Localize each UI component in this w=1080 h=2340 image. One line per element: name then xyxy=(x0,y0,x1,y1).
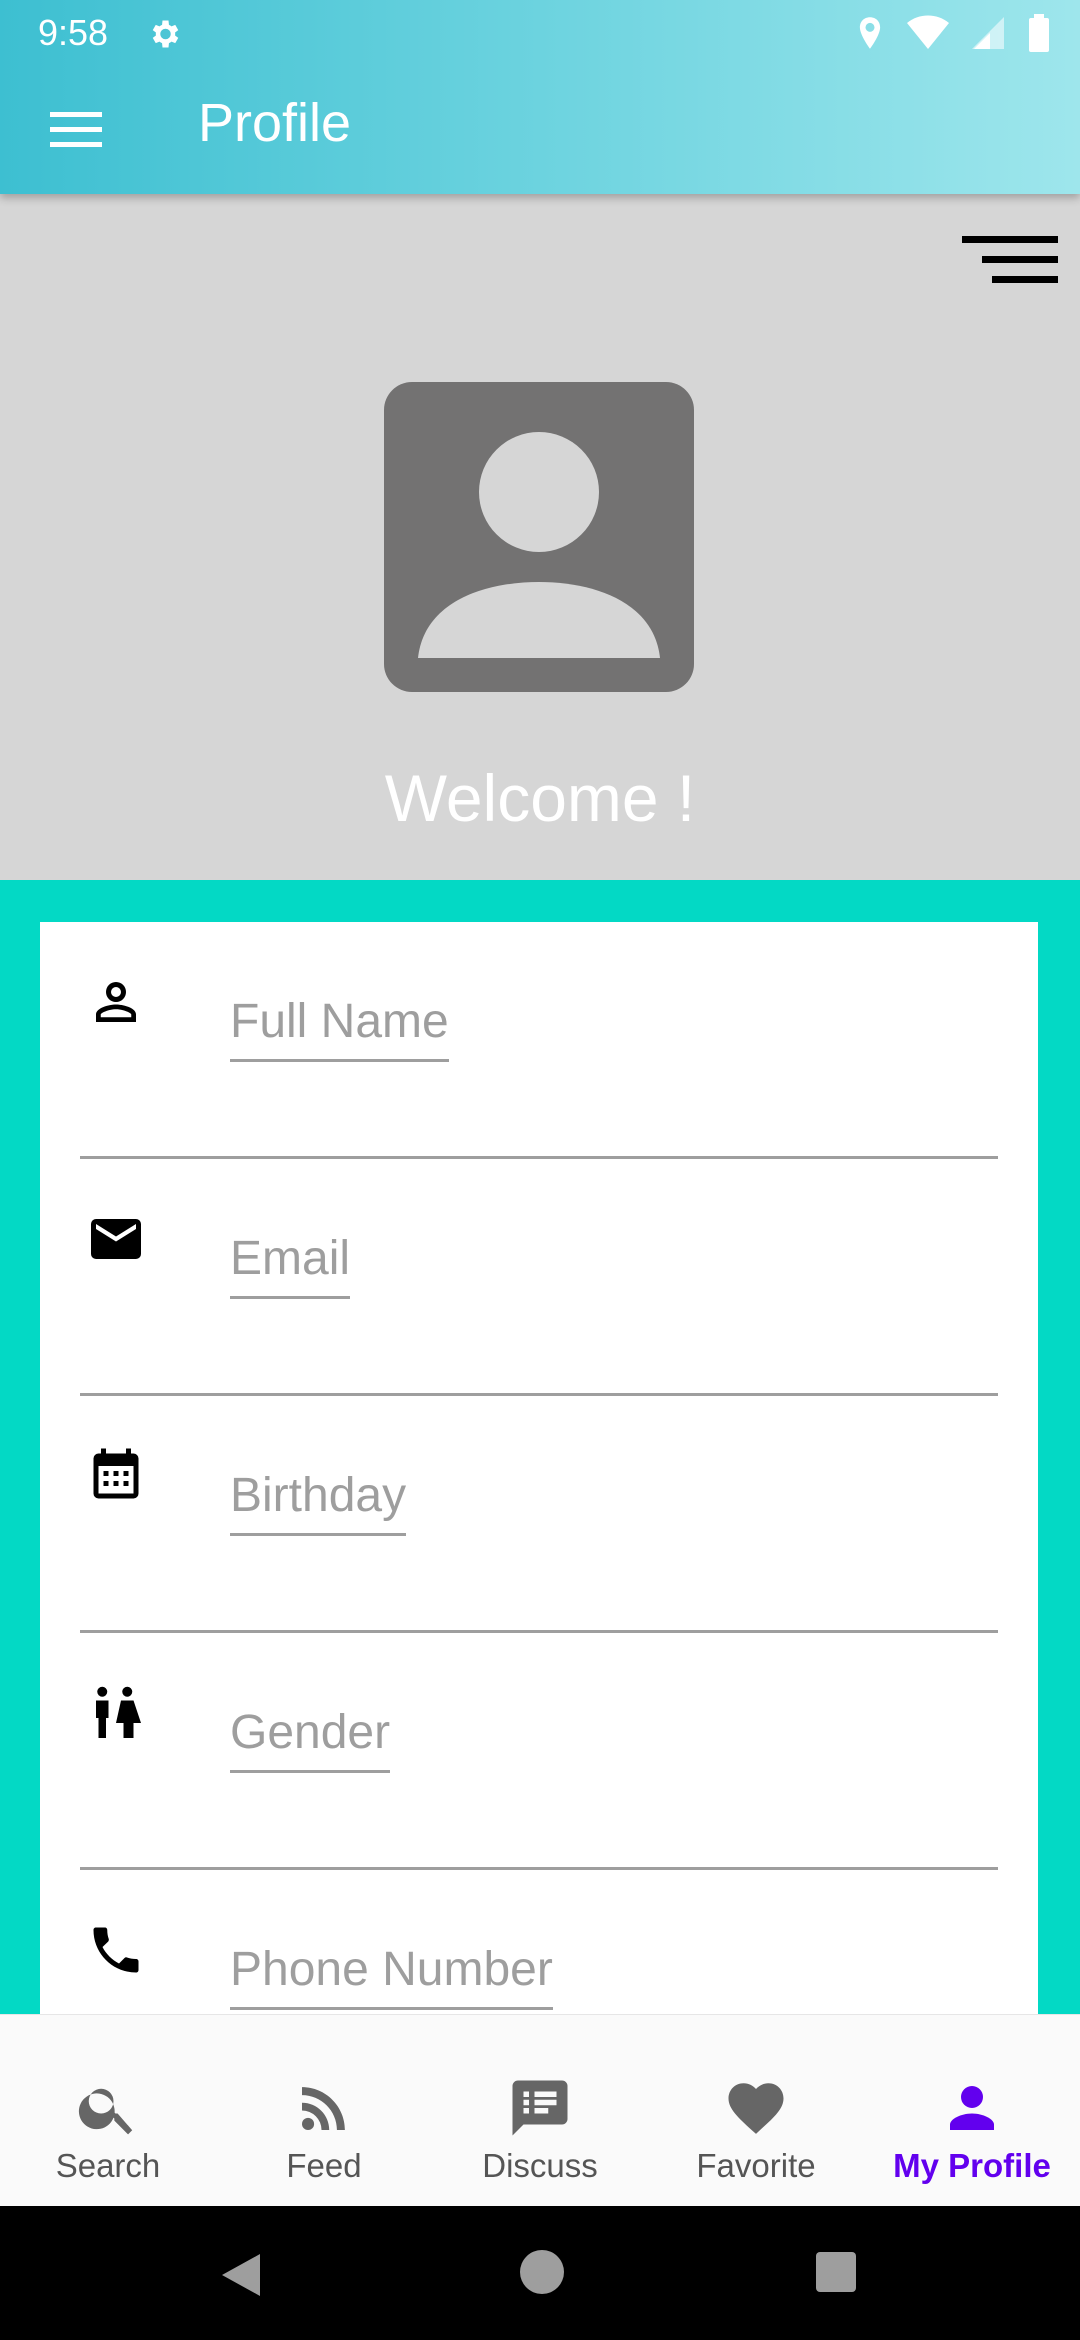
calendar-icon xyxy=(93,1448,139,1499)
signal-icon xyxy=(972,17,1004,49)
person-outline-icon xyxy=(96,982,136,1022)
nav-favorite[interactable]: Favorite xyxy=(648,2015,864,2206)
back-icon[interactable] xyxy=(216,2250,266,2300)
search-icon xyxy=(78,2088,133,2135)
status-bar: 9:58 xyxy=(0,0,1080,66)
gender-row: Gender xyxy=(40,1633,1038,1870)
nav-discuss-label: Discuss xyxy=(482,2147,598,2184)
settings-gear-icon xyxy=(152,20,179,48)
birthday-row: Birthday xyxy=(40,1396,1038,1633)
gender-icon xyxy=(96,1686,141,1738)
avatar[interactable] xyxy=(384,382,694,692)
discuss-icon xyxy=(512,2080,568,2136)
location-icon xyxy=(859,17,881,49)
status-icons xyxy=(856,14,1050,52)
nav-my-profile[interactable]: My Profile xyxy=(864,2015,1080,2206)
avatar-placeholder-icon xyxy=(418,432,660,658)
battery-icon xyxy=(1029,14,1049,52)
email-field[interactable]: Email xyxy=(230,1231,351,1299)
full-name-field[interactable]: Full Name xyxy=(230,994,449,1062)
nav-my-profile-label: My Profile xyxy=(893,2147,1051,2184)
phone-row: Phone Number xyxy=(40,1870,1038,2014)
nav-feed[interactable]: Feed xyxy=(216,2015,432,2206)
nav-search-label: Search xyxy=(55,2147,161,2184)
hamburger-menu-icon xyxy=(50,112,102,147)
page-title: Profile xyxy=(198,93,352,153)
gender-field[interactable]: Gender xyxy=(230,1705,391,1773)
recent-apps-icon[interactable] xyxy=(816,2252,856,2292)
app-bar: Profile xyxy=(0,66,1080,194)
nav-favorite-label: Favorite xyxy=(696,2147,816,2184)
home-icon[interactable] xyxy=(520,2250,564,2294)
nav-discuss[interactable]: Discuss xyxy=(432,2015,648,2206)
nav-feed-label: Feed xyxy=(286,2147,362,2184)
profile-form-card: Full Name Email Birthday Gender Phone Nu… xyxy=(40,922,1038,2014)
profile-header: Welcome ! xyxy=(0,194,1080,880)
rss-feed-icon xyxy=(302,2087,345,2130)
email-row: Email xyxy=(40,1159,1038,1396)
menu-button[interactable] xyxy=(40,100,116,160)
profile-form-area: Full Name Email Birthday Gender Phone Nu… xyxy=(0,880,1080,2014)
phone-number-field[interactable]: Phone Number xyxy=(230,1942,553,2010)
sort-menu-button[interactable] xyxy=(960,234,1060,304)
welcome-text: Welcome ! xyxy=(384,761,696,835)
phone-icon xyxy=(93,1927,139,1973)
system-navigation-bar xyxy=(0,2206,1080,2340)
birthday-field[interactable]: Birthday xyxy=(230,1468,407,1536)
mail-icon xyxy=(91,1219,141,1259)
sort-lines-icon xyxy=(962,236,1058,283)
full-name-row: Full Name xyxy=(40,922,1038,1159)
top-bar: 9:58 Profile xyxy=(0,0,1080,194)
wifi-icon xyxy=(907,15,949,49)
bottom-navigation: Search Feed Discuss Favorite My Profile xyxy=(0,2014,1080,2206)
profile-icon xyxy=(950,2086,994,2130)
heart-icon xyxy=(728,2083,784,2134)
status-time: 9:58 xyxy=(38,12,109,53)
nav-search[interactable]: Search xyxy=(0,2015,216,2206)
